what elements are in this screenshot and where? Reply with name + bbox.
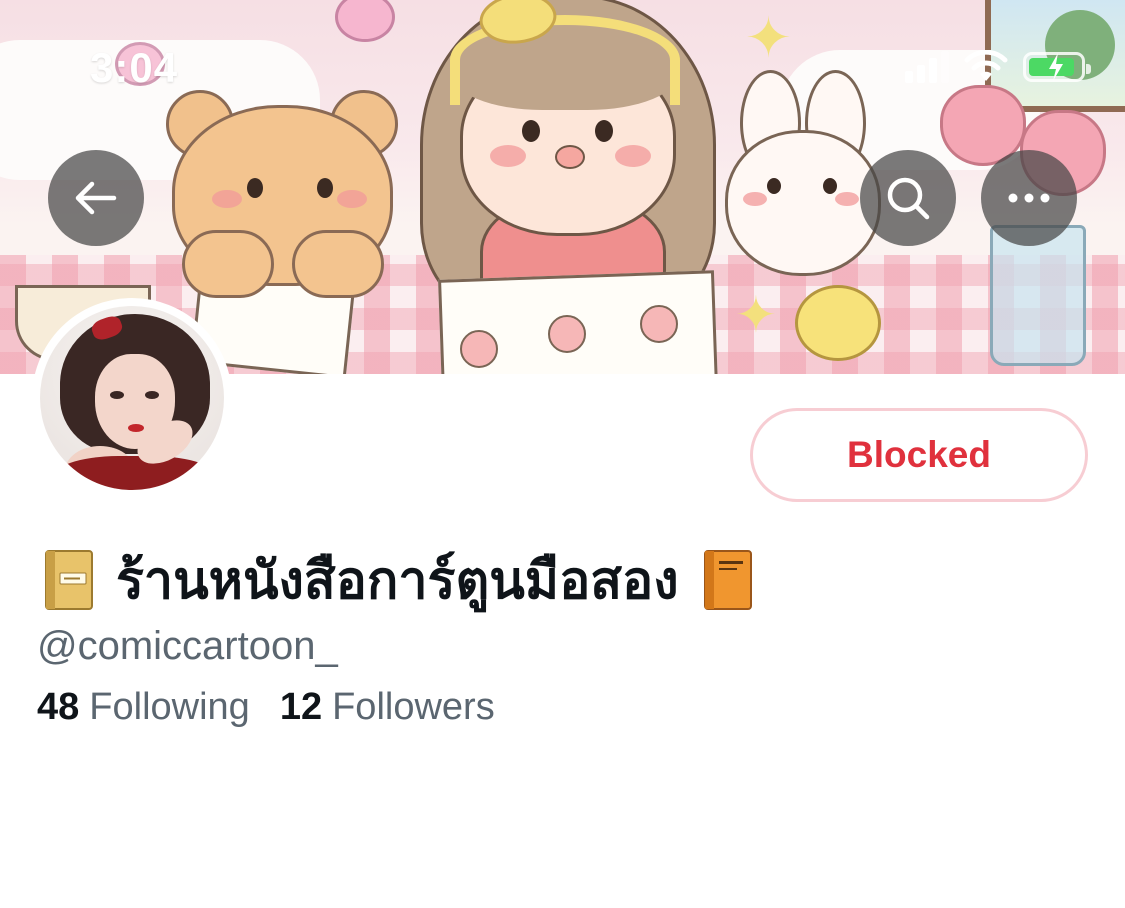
following-link[interactable]: 48 Following <box>37 686 250 729</box>
banner-bear <box>166 90 398 298</box>
cellular-signal-icon <box>905 51 949 83</box>
banner-yellow-flower <box>795 285 881 361</box>
banner-vase <box>990 225 1086 366</box>
followers-link[interactable]: 12 Followers <box>280 686 495 729</box>
orange-book-icon <box>699 549 755 611</box>
banner-cherry <box>548 315 586 353</box>
profile-avatar[interactable] <box>32 298 232 498</box>
blocked-button[interactable]: Blocked <box>750 408 1088 502</box>
followers-label: Followers <box>332 686 495 728</box>
status-bar-icons <box>905 50 1091 84</box>
ellipsis-icon <box>1008 193 1050 203</box>
status-bar-time: 3:04 <box>90 44 179 91</box>
follow-stats: 48 Following 12 Followers <box>37 686 495 729</box>
banner-cherry <box>460 330 498 368</box>
more-options-button[interactable] <box>981 150 1077 246</box>
following-count: 48 <box>37 686 80 728</box>
search-icon <box>887 177 930 220</box>
banner-cherry <box>640 305 678 343</box>
wifi-icon <box>964 50 1008 81</box>
back-button[interactable] <box>48 150 144 246</box>
battery-icon <box>1023 52 1091 82</box>
charging-bolt-icon <box>1049 53 1063 81</box>
banner-star-icon: ✦ <box>735 287 777 343</box>
profile-handle: @comiccartoon_ <box>37 624 338 668</box>
notebook-icon <box>40 549 96 611</box>
arrow-left-icon <box>75 181 117 215</box>
avatar-illustration <box>40 306 224 490</box>
banner-bunny <box>725 70 881 280</box>
banner-flower <box>335 0 395 42</box>
search-button[interactable] <box>860 150 956 246</box>
following-label: Following <box>89 686 250 728</box>
display-name-text: ร้านหนังสือการ์ตูนมือสอง <box>116 551 679 611</box>
followers-count: 12 <box>279 686 323 728</box>
profile-display-name: ร้านหนังสือการ์ตูนมือสอง <box>40 538 755 621</box>
banner-star-icon: ✦ <box>745 6 792 69</box>
